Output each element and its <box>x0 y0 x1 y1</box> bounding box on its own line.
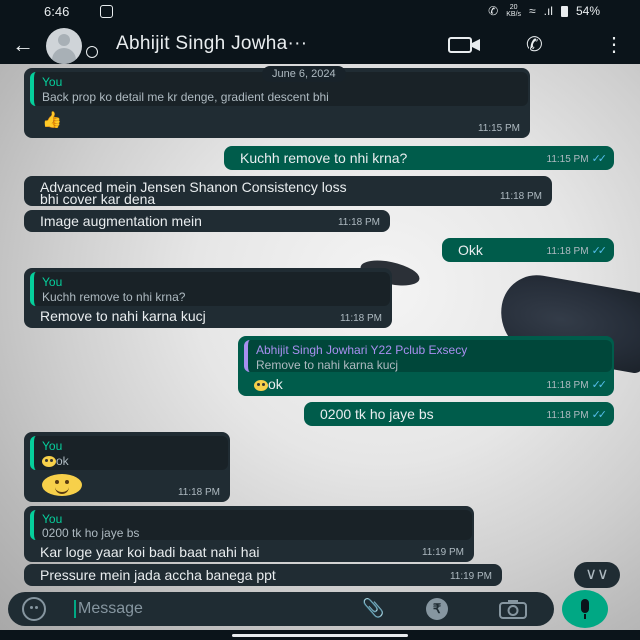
message-text: Remove to nahi karna kucj <box>40 308 206 324</box>
home-gesture-pill[interactable] <box>232 634 408 637</box>
message-bubble[interactable]: 0200 tk ho jaye bs 11:18 PM ✓✓ <box>304 402 614 426</box>
more-vert-icon[interactable]: ⋮ <box>604 32 624 57</box>
read-ticks-icon: ✓✓ <box>591 409 608 422</box>
message-time: 11:18 PM <box>499 190 542 202</box>
signal-icon: .ıl <box>543 4 553 18</box>
rupee-payment-icon[interactable]: ₹ <box>426 598 448 620</box>
message-time: 11:18 PM <box>339 312 382 324</box>
camera-icon[interactable] <box>498 599 528 619</box>
quoted-message[interactable]: You Kuchh remove to nhi krna? <box>30 272 390 306</box>
message-text: ok <box>254 376 283 392</box>
message-time: 11:18 PM <box>546 246 589 258</box>
date-separator: June 6, 2024 <box>262 66 346 82</box>
instagram-icon <box>100 5 113 18</box>
message-text: Kar loge yaar koi badi baat nahi hai <box>40 544 260 560</box>
read-ticks-icon: ✓✓ <box>591 153 608 166</box>
avatar[interactable] <box>46 28 82 64</box>
message-time: 11:18 PM <box>546 410 589 422</box>
message-bubble[interactable]: Image augmentation mein 11:18 PM <box>24 210 390 232</box>
message-text: Kuchh remove to nhi krna? <box>240 150 408 166</box>
emoji-icon[interactable] <box>22 597 46 621</box>
status-icons: ✆ 20 KB/s ≈ .ıl 54% <box>488 4 600 18</box>
message-bubble[interactable]: You 0200 tk ho jaye bs Kar loge yaar koi… <box>24 506 474 562</box>
message-time: 11:18 PM <box>546 380 589 392</box>
scroll-to-bottom-button[interactable]: ∨∨ <box>574 562 620 588</box>
smiling-face-icon <box>42 474 82 496</box>
message-time: 11:19 PM <box>421 546 464 558</box>
message-text: Image augmentation mein <box>40 213 202 229</box>
message-bubble[interactable]: Advanced mein Jensen Shanon Consistency … <box>24 176 552 207</box>
paperclip-icon[interactable]: 📎 <box>362 598 384 619</box>
system-nav-bar <box>0 630 640 640</box>
thumbs-up-icon: 👍 <box>42 112 62 129</box>
smiling-face-icon <box>42 456 56 468</box>
smiling-face-icon <box>254 379 268 391</box>
quoted-message[interactable]: You 0200 tk ho jaye bs <box>30 510 472 540</box>
message-bubble[interactable]: Okk 11:18 PM ✓✓ <box>442 238 614 262</box>
message-input[interactable]: Message <box>78 600 143 618</box>
battery-percent: 54% <box>575 4 600 18</box>
chat-header: ← Abhijit Singh Jowha··· ✆ ⋮ <box>0 24 640 64</box>
battery-icon <box>560 5 568 17</box>
message-time: 11:19 PM <box>449 570 492 582</box>
mic-button[interactable] <box>562 590 608 628</box>
read-ticks-icon: ✓✓ <box>591 379 608 392</box>
video-camera-icon[interactable] <box>448 35 482 55</box>
message-time: 11:15 PM <box>477 122 520 134</box>
message-bubble[interactable]: You ok 11:18 PM <box>24 432 230 502</box>
net-speed: 20 KB/s <box>506 4 522 18</box>
message-bubble[interactable]: Kuchh remove to nhi krna? 11:15 PM ✓✓ <box>224 146 614 170</box>
double-chevron-down-icon: ∨∨ <box>585 566 609 583</box>
message-bubble[interactable]: Abhijit Singh Jowhari Y22 Pclub Exsecy R… <box>238 336 614 396</box>
phone-icon[interactable]: ✆ <box>526 32 543 57</box>
call-status-icon: ✆ <box>488 4 499 18</box>
quoted-message[interactable]: You ok <box>30 436 228 470</box>
status-time: 6:46 <box>44 4 70 19</box>
read-ticks-icon: ✓✓ <box>591 245 608 258</box>
quoted-message[interactable]: Abhijit Singh Jowhari Y22 Pclub Exsecy R… <box>244 340 612 372</box>
message-text: Okk <box>458 242 483 258</box>
mic-icon <box>581 599 589 613</box>
arrow-left-icon[interactable]: ← <box>12 32 34 58</box>
message-text: bhi cover kar dena <box>40 191 156 207</box>
contact-name[interactable]: Abhijit Singh Jowha··· <box>116 33 307 55</box>
message-time: 11:15 PM <box>546 154 589 166</box>
message-text: Pressure mein jada accha banega ppt <box>40 567 276 583</box>
status-bar: 6:46 ✆ 20 KB/s ≈ .ıl 54% <box>0 0 640 24</box>
message-bubble[interactable]: Pressure mein jada accha banega ppt 11:1… <box>24 564 502 586</box>
message-text: 0200 tk ho jaye bs <box>320 406 434 422</box>
message-time: 11:18 PM <box>177 486 220 498</box>
message-time: 11:18 PM <box>337 216 380 228</box>
clock-badge-icon <box>86 46 98 58</box>
text-caret <box>74 600 76 618</box>
message-bubble[interactable]: You Kuchh remove to nhi krna? Remove to … <box>24 268 392 328</box>
wifi-icon: ≈ <box>529 4 536 18</box>
